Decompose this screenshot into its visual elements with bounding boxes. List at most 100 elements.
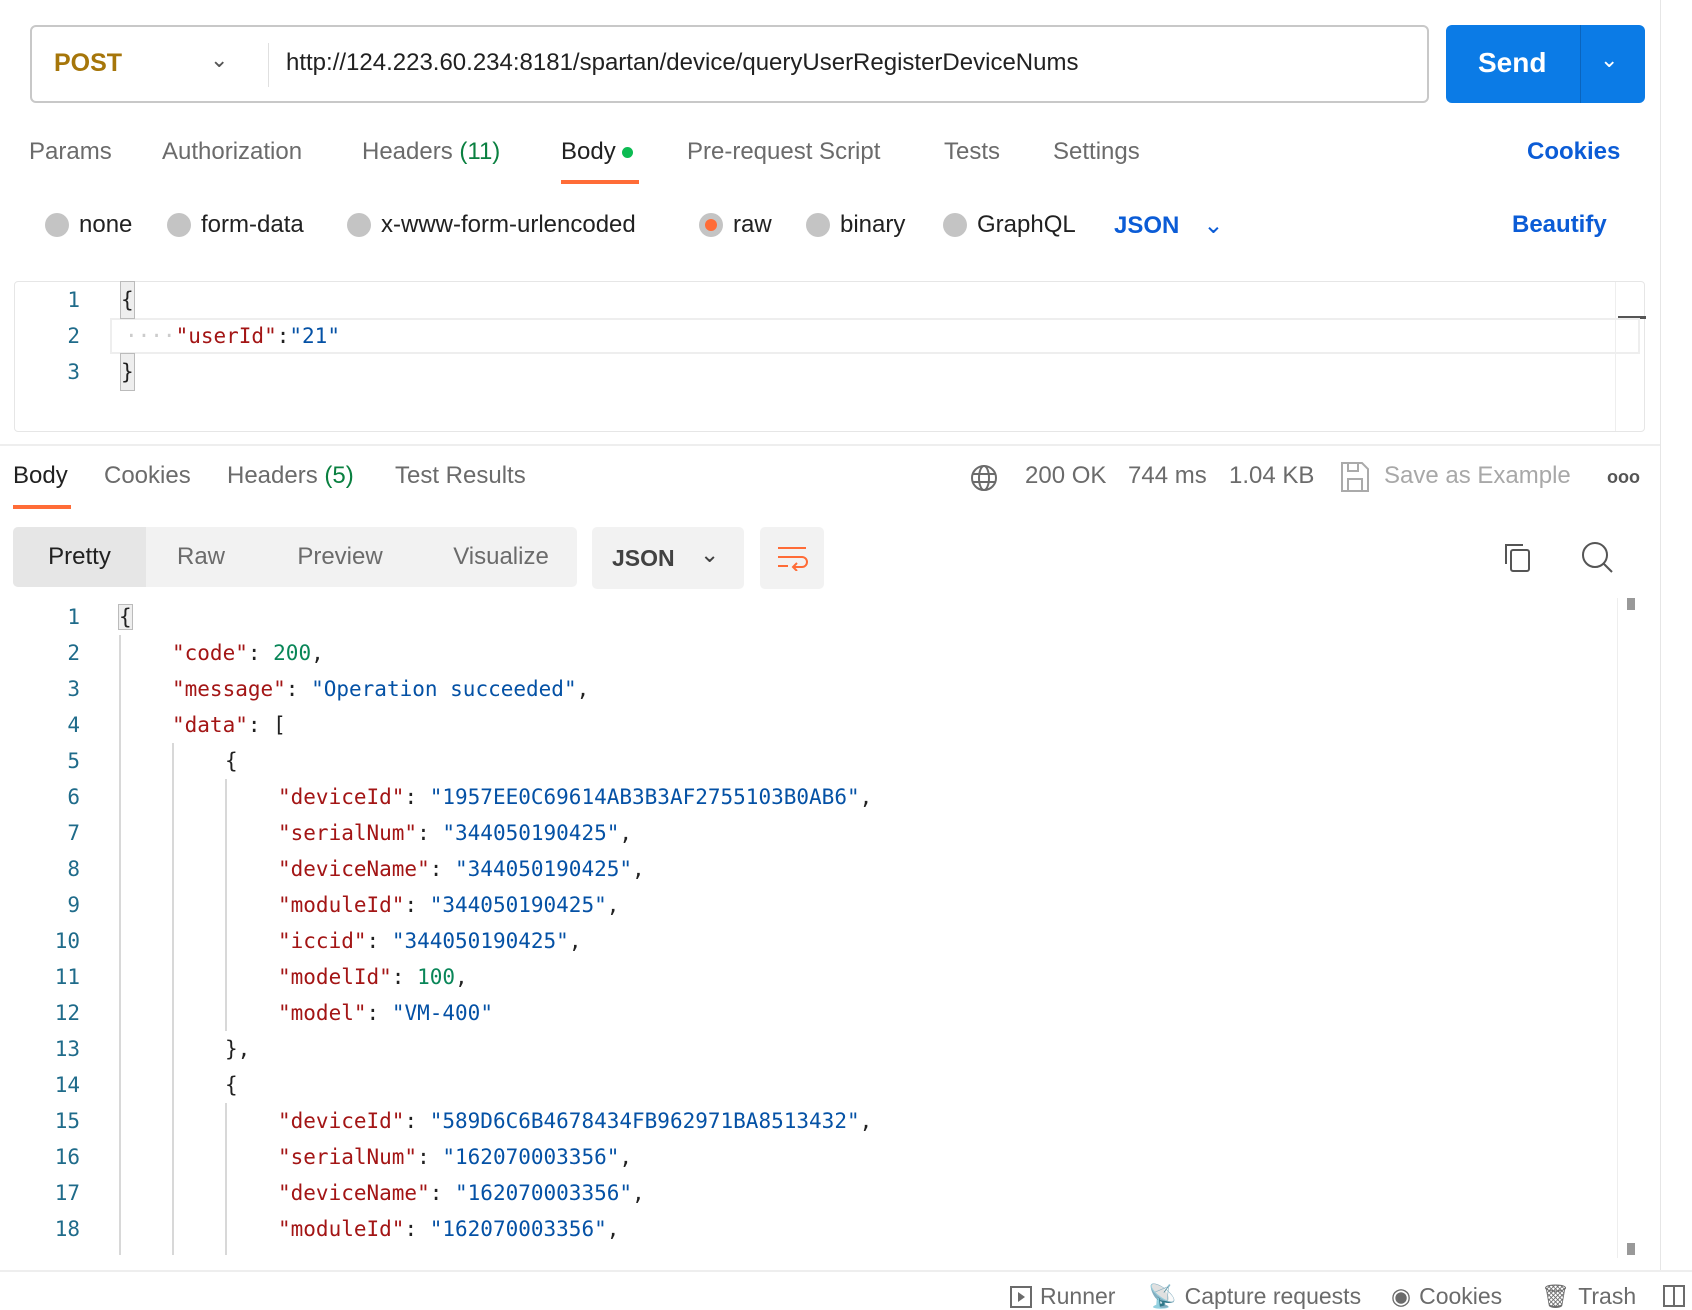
trash-icon: 🗑: [1541, 1283, 1571, 1309]
indent-guide: [172, 743, 174, 1255]
tab-label: Headers: [362, 138, 453, 165]
json-value: "344050190425": [442, 821, 620, 845]
scrollbar-thumb[interactable]: [1627, 598, 1635, 610]
save-as-example-button[interactable]: Save as Example: [1384, 462, 1571, 490]
code-line: ····"userId":"21": [125, 324, 340, 348]
view-visualize[interactable]: Visualize: [431, 527, 571, 587]
send-button[interactable]: Send ⌄: [1446, 25, 1645, 103]
trash-button[interactable]: 🗑 Trash: [1541, 1283, 1636, 1310]
radio-raw[interactable]: raw: [699, 211, 772, 239]
code-line: "deviceName": "162070003356",: [278, 1181, 645, 1205]
code-line: "moduleId": "162070003356",: [278, 1217, 620, 1241]
tab-authorization[interactable]: Authorization: [162, 138, 302, 166]
radio-none[interactable]: none: [45, 211, 132, 239]
code-line: {: [225, 743, 238, 779]
json-key: "deviceName": [278, 1181, 430, 1205]
resp-tab-test-results[interactable]: Test Results: [395, 462, 526, 490]
line-number: 13: [54, 1037, 80, 1061]
code-line: {: [118, 599, 133, 635]
tab-body[interactable]: Body: [561, 138, 633, 166]
raw-format-select[interactable]: JSON ⌄: [1114, 211, 1223, 240]
line-number: 10: [54, 929, 80, 953]
divider: [1580, 25, 1581, 103]
footer-label: Cookies: [1419, 1283, 1503, 1309]
chevron-down-icon[interactable]: ⌄: [1600, 47, 1618, 73]
json-key: "serialNum": [278, 821, 418, 845]
globe-icon[interactable]: [969, 463, 999, 493]
code-line: "data": [: [172, 713, 286, 737]
tab-pre-request-script[interactable]: Pre-request Script: [687, 138, 880, 166]
radio-graphql[interactable]: GraphQL: [943, 211, 1076, 239]
status-code[interactable]: 200 OK: [1025, 462, 1106, 490]
indent-dots: ····: [125, 324, 176, 348]
beautify-button[interactable]: Beautify: [1512, 211, 1607, 239]
wrap-lines-button[interactable]: [760, 527, 824, 589]
brace: {: [225, 1073, 238, 1097]
response-format-select[interactable]: JSON ⌄: [592, 527, 744, 589]
radio-icon: [806, 213, 830, 237]
brace: {: [118, 604, 133, 630]
response-body[interactable]: 1 {2 "code": 200, 3 "message": "Operation su…: [0, 599, 1600, 1255]
cookies-button[interactable]: ◉ Cookies: [1391, 1283, 1502, 1310]
play-icon: [1010, 1285, 1032, 1308]
scrollbar-end[interactable]: [1627, 1243, 1635, 1255]
view-preview[interactable]: Preview: [275, 527, 405, 587]
chevron-down-icon: ⌄: [700, 541, 720, 567]
view-raw[interactable]: Raw: [151, 527, 251, 587]
request-body-editor[interactable]: [14, 281, 1646, 432]
capture-requests-button[interactable]: 📡 Capture requests: [1148, 1283, 1361, 1310]
scrollbar-track[interactable]: [1617, 598, 1618, 1258]
method-select[interactable]: POST: [54, 49, 122, 78]
cookie-icon: ◉: [1391, 1283, 1412, 1309]
resp-tab-headers[interactable]: Headers (5): [227, 462, 354, 490]
json-value: "344050190425": [455, 857, 633, 881]
line-number: 2: [67, 641, 80, 665]
resp-tab-body[interactable]: Body: [13, 462, 68, 490]
runner-button[interactable]: Runner: [1010, 1283, 1115, 1310]
radio-label: binary: [840, 211, 906, 238]
scrollbar-track[interactable]: [1615, 282, 1616, 431]
tab-tests[interactable]: Tests: [944, 138, 1000, 166]
json-key: "deviceName": [278, 857, 430, 881]
radio-label: GraphQL: [977, 211, 1076, 238]
line-number: 8: [67, 857, 80, 881]
code-line: "message": "Operation succeeded",: [172, 677, 590, 701]
search-icon[interactable]: [1580, 540, 1614, 574]
two-pane-icon[interactable]: [1663, 1285, 1685, 1307]
resp-tab-cookies[interactable]: Cookies: [104, 462, 191, 490]
code-line: "model": "VM-400": [278, 1001, 493, 1025]
radio-icon: [943, 213, 967, 237]
view-pretty[interactable]: Pretty: [13, 527, 146, 587]
indent-guide: [225, 779, 227, 1031]
response-size[interactable]: 1.04 KB: [1229, 462, 1314, 490]
code-line: "modelId": 100,: [278, 965, 468, 989]
indent-guide: [225, 1103, 227, 1255]
more-options-icon[interactable]: ooo: [1607, 467, 1640, 488]
radio-binary[interactable]: binary: [806, 211, 905, 239]
url-input[interactable]: http://124.223.60.234:8181/spartan/devic…: [286, 49, 1078, 77]
line-number: 2: [67, 324, 80, 348]
json-key: "iccid": [278, 929, 367, 953]
line-number: 5: [67, 749, 80, 773]
headers-count: (11): [459, 138, 501, 165]
copy-icon[interactable]: [1502, 542, 1534, 574]
brace: }: [120, 353, 135, 391]
json-key: "data": [172, 713, 248, 737]
divider: [268, 43, 269, 87]
json-key: "model": [278, 1001, 367, 1025]
radio-urlencoded[interactable]: x-www-form-urlencoded: [347, 211, 636, 239]
cookies-link[interactable]: Cookies: [1527, 138, 1620, 166]
json-value: "344050190425": [391, 929, 569, 953]
radio-label: raw: [733, 211, 772, 238]
modified-dot: [621, 147, 633, 159]
chevron-down-icon[interactable]: ⌄: [210, 47, 228, 73]
tab-headers[interactable]: Headers (11): [362, 138, 500, 166]
footer-label: Trash: [1578, 1283, 1637, 1309]
tab-settings[interactable]: Settings: [1053, 138, 1140, 166]
code-line: "deviceId": "1957EE0C69614AB3B3AF2755103…: [278, 785, 873, 809]
code-line: "serialNum": "162070003356",: [278, 1145, 633, 1169]
json-value: "162070003356": [429, 1217, 607, 1241]
tab-params[interactable]: Params: [29, 138, 112, 166]
response-time[interactable]: 744 ms: [1128, 462, 1207, 490]
radio-form-data[interactable]: form-data: [167, 211, 304, 239]
